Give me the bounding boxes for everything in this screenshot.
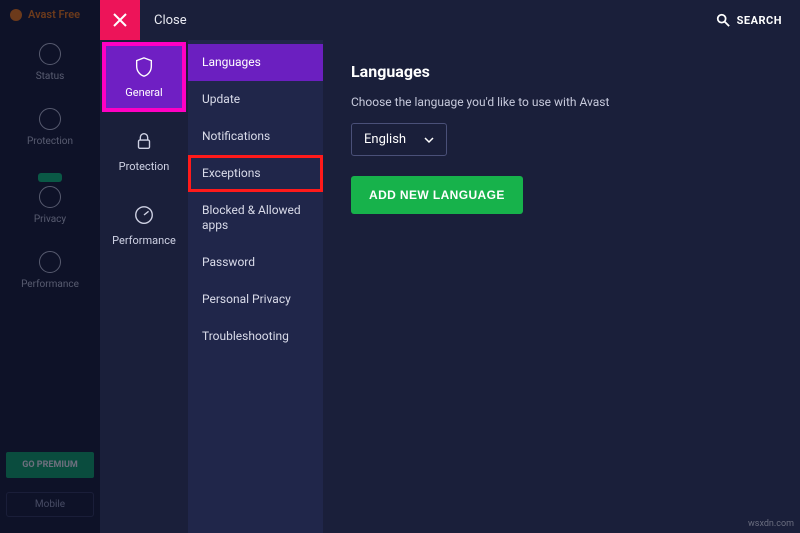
- tab-performance-label: Performance: [112, 234, 176, 247]
- tab-general[interactable]: General: [106, 46, 182, 108]
- backdrop-sidebar: Avast Free Status Protection Privacy Per…: [0, 0, 100, 533]
- subtab-troubleshooting[interactable]: Troubleshooting: [188, 318, 323, 355]
- app-logo: Avast Free: [0, 0, 100, 29]
- chevron-down-icon: [424, 135, 434, 145]
- settings-panel: Close SEARCH General Protection Perf: [100, 0, 800, 533]
- lock-icon: [133, 130, 155, 152]
- language-select[interactable]: English: [351, 123, 447, 156]
- app-title: Avast Free: [28, 8, 80, 21]
- subtab-personal-privacy[interactable]: Personal Privacy: [188, 281, 323, 318]
- tab-performance[interactable]: Performance: [106, 194, 182, 256]
- search-icon: [716, 13, 730, 27]
- settings-content: Languages Choose the language you'd like…: [323, 40, 800, 533]
- subtab-password[interactable]: Password: [188, 244, 323, 281]
- tab-protection[interactable]: Protection: [106, 120, 182, 182]
- page-title: Languages: [351, 62, 772, 81]
- close-button[interactable]: [100, 0, 140, 40]
- gauge-icon: [133, 204, 155, 226]
- nav-privacy[interactable]: Privacy: [0, 159, 100, 237]
- settings-sub-tabs: Languages Update Notifications Exception…: [188, 40, 323, 533]
- tab-protection-label: Protection: [119, 160, 170, 173]
- settings-body: General Protection Performance Languages…: [100, 40, 800, 533]
- shield-icon: [133, 56, 155, 78]
- close-label: Close: [154, 13, 187, 28]
- subtab-blocked-allowed[interactable]: Blocked & Allowed apps: [188, 192, 323, 244]
- close-icon: [113, 13, 127, 27]
- go-premium-button[interactable]: GO PREMIUM: [6, 452, 94, 478]
- language-selected-value: English: [364, 132, 406, 147]
- nav-performance[interactable]: Performance: [0, 237, 100, 302]
- search-button[interactable]: SEARCH: [716, 13, 782, 27]
- subtab-exceptions[interactable]: Exceptions: [188, 155, 323, 192]
- subtab-languages[interactable]: Languages: [188, 44, 323, 81]
- app-root: Avast Free Status Protection Privacy Per…: [0, 0, 800, 533]
- mobile-button[interactable]: Mobile: [6, 492, 94, 517]
- nav-status[interactable]: Status: [0, 29, 100, 94]
- page-subtext: Choose the language you'd like to use wi…: [351, 95, 772, 109]
- status-icon: [39, 43, 61, 65]
- watermark: wsxdn.com: [748, 519, 794, 529]
- settings-primary-tabs: General Protection Performance: [100, 40, 188, 533]
- subtab-notifications[interactable]: Notifications: [188, 118, 323, 155]
- subtab-update[interactable]: Update: [188, 81, 323, 118]
- performance-icon: [39, 251, 61, 273]
- tab-general-label: General: [125, 86, 162, 99]
- topbar: Close SEARCH: [100, 0, 800, 40]
- logo-icon: [10, 9, 22, 21]
- add-new-language-button[interactable]: ADD NEW LANGUAGE: [351, 176, 523, 214]
- protection-icon: [39, 108, 61, 130]
- privacy-icon: [39, 186, 61, 208]
- search-label: SEARCH: [737, 14, 782, 27]
- nav-protection[interactable]: Protection: [0, 94, 100, 159]
